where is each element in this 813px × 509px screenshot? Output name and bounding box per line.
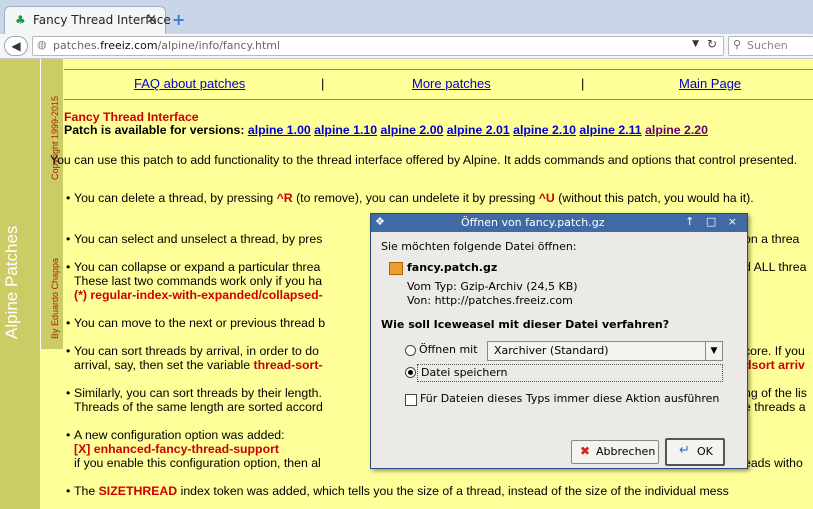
ok-label: OK	[697, 445, 713, 458]
app-select[interactable]: Xarchiver (Standard) ▼	[487, 341, 723, 361]
save-file-label[interactable]: Datei speichern	[421, 366, 507, 379]
always-checkbox[interactable]	[405, 394, 417, 406]
divider	[64, 99, 813, 100]
sidebar-strip: Copyright 1999-2015 By Eduardo Chappa	[40, 59, 63, 349]
version-link[interactable]: alpine 1.00	[248, 123, 311, 137]
version-link[interactable]: alpine 2.10	[513, 123, 576, 137]
file-type: Vom Typ: Gzip-Archiv (24,5 KB)	[407, 280, 578, 293]
search-icon: ⚲	[733, 38, 742, 51]
cancel-icon: ✖	[580, 444, 591, 458]
favicon-icon: ♣	[15, 13, 26, 27]
download-dialog: ❖ Öffnen von fancy.patch.gz ↑ □ × Sie mö…	[370, 213, 748, 469]
version-link[interactable]: alpine 2.00	[380, 123, 443, 137]
new-tab-button[interactable]: +	[172, 10, 185, 29]
dialog-title: Öffnen von fancy.patch.gz	[461, 216, 605, 229]
file-source: Von: http://patches.freeiz.com	[407, 294, 573, 307]
dialog-question: Sie möchten folgende Datei öffnen:	[381, 240, 577, 253]
browser-tab[interactable]: ♣ Fancy Thread Interface ×	[4, 6, 171, 35]
version-link[interactable]: alpine 2.01	[447, 123, 510, 137]
nav-separator: |	[581, 76, 585, 91]
sidebar-column: Alpine Patches	[0, 59, 40, 509]
versions-label: Patch is available for versions:	[64, 123, 245, 137]
app-icon: ❖	[375, 215, 385, 228]
faq-link[interactable]: FAQ about patches	[134, 76, 245, 91]
top-navigation: FAQ about patches | More patches | Main …	[64, 69, 813, 100]
save-file-radio[interactable]	[405, 367, 416, 378]
list-item: You can delete a thread, by pressing ^R …	[66, 191, 813, 205]
back-button[interactable]: ◀	[4, 36, 28, 56]
intro-paragraph: You can use this patch to add functional…	[50, 153, 798, 167]
version-link[interactable]: alpine 1.10	[314, 123, 377, 137]
sidebar-title: Alpine Patches	[2, 225, 21, 339]
window-controls[interactable]: ↑ □ ×	[685, 215, 741, 228]
copyright-text: Copyright 1999-2015	[50, 95, 60, 180]
open-with-label[interactable]: Öffnen mit	[419, 343, 478, 356]
list-item: The SIZETHREAD index token was added, wh…	[66, 484, 813, 498]
enter-icon: ↵	[679, 443, 690, 458]
patch-title: Fancy Thread Interface	[64, 110, 199, 124]
dialog-prompt: Wie soll Iceweasel mit dieser Datei verf…	[381, 318, 670, 331]
archive-icon	[389, 262, 403, 275]
open-with-radio[interactable]	[405, 345, 416, 356]
file-name: fancy.patch.gz	[407, 261, 498, 274]
versions-line: Patch is available for versions: alpine …	[64, 123, 708, 137]
cancel-label: Abbrechen	[596, 445, 656, 458]
ok-button[interactable]: ↵ OK	[665, 438, 725, 466]
search-bar[interactable]: ⚲ Suchen	[728, 36, 813, 56]
author-text: By Eduardo Chappa	[50, 257, 60, 339]
dropdown-icon[interactable]: ▼	[692, 39, 699, 49]
always-label[interactable]: Für Dateien dieses Typs immer diese Akti…	[420, 392, 719, 405]
version-link[interactable]: alpine 2.20	[645, 123, 708, 137]
version-link[interactable]: alpine 2.11	[579, 123, 641, 137]
main-page-link[interactable]: Main Page	[679, 76, 741, 91]
chevron-down-icon[interactable]: ▼	[705, 342, 722, 360]
more-patches-link[interactable]: More patches	[412, 76, 491, 91]
url-text: patches.freeiz.com/alpine/info/fancy.htm…	[53, 39, 281, 52]
globe-icon: ◍	[37, 38, 47, 51]
url-bar[interactable]: ◍ patches.freeiz.com/alpine/info/fancy.h…	[32, 36, 724, 56]
search-placeholder: Suchen	[747, 39, 788, 52]
tab-strip: ♣ Fancy Thread Interface × +	[0, 0, 813, 35]
reload-icon[interactable]: ↻	[707, 37, 717, 51]
cancel-button[interactable]: ✖ Abbrechen	[571, 440, 659, 464]
tab-close-button[interactable]: ×	[146, 12, 157, 27]
nav-bar: ◀ ◍ patches.freeiz.com/alpine/info/fancy…	[0, 34, 813, 59]
app-select-value: Xarchiver (Standard)	[494, 344, 609, 357]
nav-separator: |	[321, 76, 325, 91]
dialog-titlebar[interactable]: ❖ Öffnen von fancy.patch.gz ↑ □ ×	[371, 214, 747, 232]
